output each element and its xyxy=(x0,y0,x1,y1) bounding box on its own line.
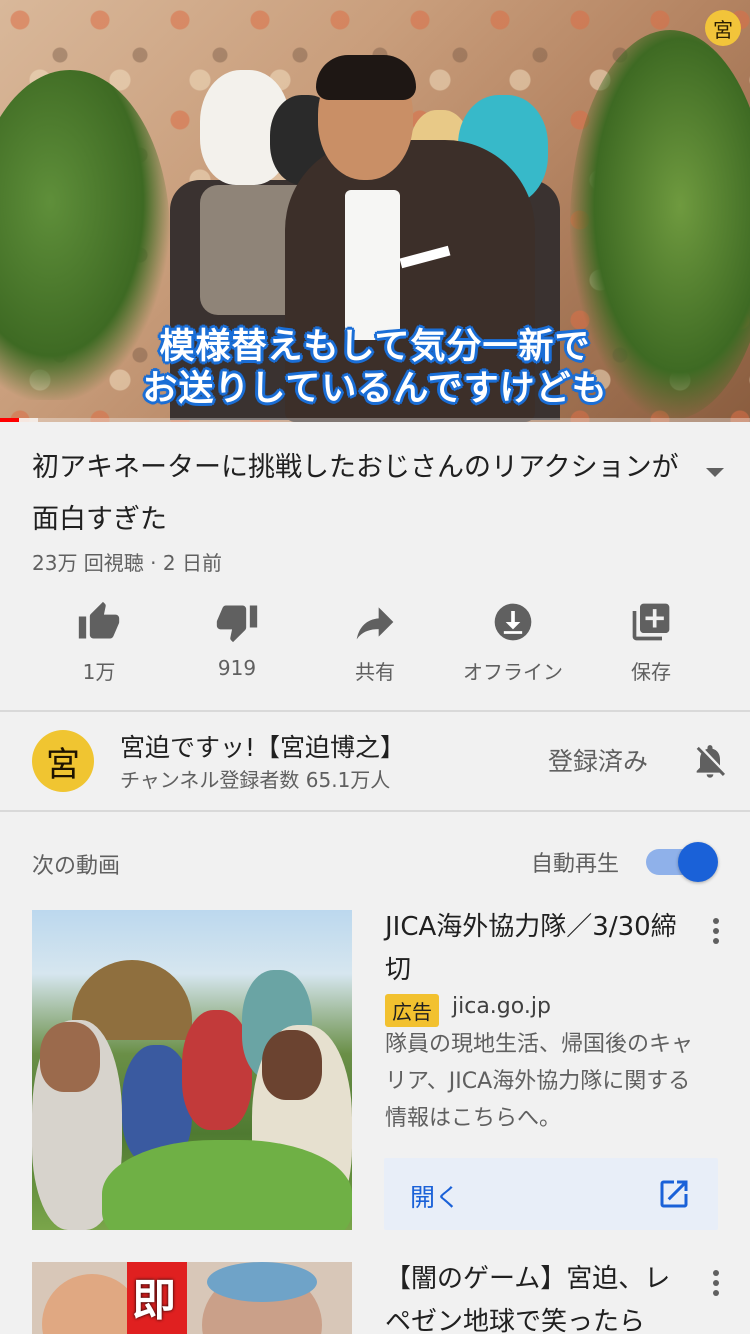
open-label: 開く xyxy=(410,1183,461,1212)
thumb-up-icon xyxy=(78,601,120,639)
person-face xyxy=(262,1030,322,1100)
thumb-text: 即 xyxy=(132,1275,176,1326)
up-next-label: 次の動画 xyxy=(32,854,121,879)
dislike-count: 919 xyxy=(217,656,257,680)
notifications-off-icon[interactable] xyxy=(690,740,730,782)
channel-name[interactable]: 宮迫ですッ!【宮迫博之】 xyxy=(120,728,405,764)
up-next-section: 次の動画 自動再生 JICA海外協力隊／3/30締切 広告 jica.go.jp… xyxy=(0,812,750,1334)
like-count: 1万 xyxy=(82,660,116,684)
more-vert-icon[interactable] xyxy=(708,1268,724,1298)
chevron-down-icon[interactable] xyxy=(700,462,730,482)
subscribed-button[interactable]: 登録済み xyxy=(548,742,648,778)
next-video-title[interactable]: 【闇のゲーム】宮迫、レペゼン地球で笑ったら xyxy=(385,1258,695,1334)
next-video-thumbnail[interactable]: 即 xyxy=(32,1262,352,1334)
share-label: 共有 xyxy=(355,660,395,684)
channel-row[interactable]: 宮 宮迫ですッ!【宮迫博之】 チャンネル登録者数 65.1万人 登録済み xyxy=(0,712,750,810)
playlist-add-icon xyxy=(632,603,670,641)
share-button[interactable]: 共有 xyxy=(306,600,444,685)
video-info: 初アキネーターに挑戦したおじさんのリアクションが面白すぎた 23万 回視聴 · … xyxy=(0,422,750,712)
thumb-hair xyxy=(207,1262,317,1302)
video-player[interactable]: 模様替えもして気分一新で お送りしているんですけども 宮 xyxy=(0,0,750,422)
open-ad-button[interactable]: 開く xyxy=(384,1158,718,1230)
save-button[interactable]: 保存 xyxy=(582,600,720,685)
thumb-down-icon xyxy=(216,605,258,643)
more-vert-icon[interactable] xyxy=(708,916,724,946)
autoplay-toggle[interactable] xyxy=(646,842,718,882)
share-icon xyxy=(356,607,394,640)
dislike-button[interactable]: 919 xyxy=(168,600,306,680)
ad-title[interactable]: JICA海外協力隊／3/30締切 xyxy=(385,906,685,992)
offline-label: オフライン xyxy=(463,660,563,684)
channel-avatar[interactable]: 宮 xyxy=(32,730,94,792)
ad-domain: jica.go.jp xyxy=(452,994,551,1019)
caption-line-2: お送りしているんですけども xyxy=(142,369,608,409)
person-face xyxy=(40,1022,100,1092)
garden-plants xyxy=(102,1140,352,1230)
view-count-and-date: 23万 回視聴 · 2 日前 xyxy=(32,551,222,575)
ad-thumbnail[interactable] xyxy=(32,910,352,1230)
like-button[interactable]: 1万 xyxy=(30,600,168,685)
presenter-hair xyxy=(316,55,416,100)
save-label: 保存 xyxy=(631,660,671,684)
subscriber-count: チャンネル登録者数 65.1万人 xyxy=(120,768,391,792)
ad-badge: 広告 xyxy=(385,994,439,1027)
video-title[interactable]: 初アキネーターに挑戦したおじさんのリアクションが面白すぎた xyxy=(32,442,682,546)
ad-description: 隊員の現地生活、帰国後のキャリア、JICA海外協力隊に関する情報はこちらへ。 xyxy=(385,1032,694,1131)
action-bar: 1万 919 共有 オフライン 保存 xyxy=(30,600,720,690)
offline-button[interactable]: オフライン xyxy=(444,600,582,685)
channel-watermark[interactable]: 宮 xyxy=(705,10,741,46)
toggle-thumb xyxy=(678,842,718,882)
download-icon xyxy=(494,603,532,641)
autoplay-label: 自動再生 xyxy=(531,852,620,877)
open-in-new-icon xyxy=(660,1180,688,1208)
